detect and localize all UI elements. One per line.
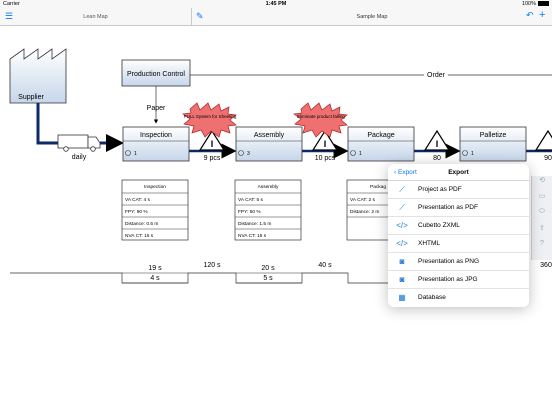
order-label: Order [427,72,446,79]
process-palletize[interactable]: Palletize 1 [459,126,527,162]
side-toolbar: ⟲ ▭ ⬭ ⇪ ? [531,176,552,260]
navigation-bar: ☰ Lean Map ✎ Sample Map ↶ + [0,8,552,26]
code-icon: </> [396,239,408,248]
daily-label: daily [72,154,87,161]
timeline-lead: 19 s [148,265,162,272]
battery-icon [538,1,549,7]
inventory-label: 9 pcs [204,155,221,162]
shape-icon[interactable]: ▭ [532,192,552,208]
data-row: VA CAT: 4 s [125,197,150,203]
kaizen-text: Eliminate product falling [297,114,345,119]
nav-left-pane: ☰ Lean Map [0,8,192,26]
operator-count: 3 [247,151,250,157]
operator-count: 1 [471,151,474,157]
data-box-title: Assembly [258,184,279,190]
data-row: NVA CT: 15 s [125,233,154,239]
data-row: Distance: 0.5 m [125,221,158,227]
production-control-label: Production Control [127,71,185,78]
export-cubetto-zxml[interactable]: </> Cubetto ZXML [388,217,529,235]
process-inspection[interactable]: Inspection 1 [122,126,190,162]
shipment-path [36,103,58,145]
inventory-icon[interactable] [534,129,552,151]
rotate-icon[interactable]: ⟲ [532,176,552,192]
code-icon: </> [396,221,408,230]
share-icon[interactable]: ⇪ [532,224,552,240]
help-icon[interactable]: ? [532,240,552,256]
undo-icon[interactable]: ↶ [526,11,534,20]
data-row: NVA CT: 15 s [238,233,267,239]
data-row: FPY: 90 % [125,209,148,215]
timeline-process: 4 s [150,275,160,282]
svg-text:I: I [324,139,327,149]
timeline-ladder [10,272,392,284]
export-presentation-jpg[interactable]: ◙ Presentation as JPG [388,271,529,289]
export-popover: ‹ Export Export ⟋ Project as PDF ⟋ Prese… [388,164,529,307]
timeline-gap: 120 s [203,262,221,269]
process-name: Assembly [254,132,285,139]
export-project-pdf[interactable]: ⟋ Project as PDF [388,181,529,199]
lean-map-title: Lean Map [83,14,108,20]
add-icon[interactable]: + [539,10,545,21]
svg-text:I: I [211,139,214,149]
inventory-label: 10 pcs [315,155,336,162]
supplier-label: Supplier [18,94,44,101]
data-row: VA CAT: 2 s [350,197,375,203]
database-icon: ▦ [398,293,406,302]
timeline-gap: 40 s [318,262,332,269]
data-row: Distance: 1.5 m [238,221,271,227]
process-assembly[interactable]: Assembly 3 [235,126,303,162]
oval-icon[interactable]: ⬭ [532,208,552,224]
process-name: Inspection [140,132,172,139]
export-database[interactable]: ▦ Database [388,289,529,307]
clock: 1:45 PM [265,1,287,7]
data-row: Distance: 2 m [350,209,379,215]
production-control-box[interactable]: Production Control [121,59,191,87]
truck-icon [57,134,101,152]
export-presentation-pdf[interactable]: ⟋ Presentation as PDF [388,199,529,217]
sample-map-title: Sample Map [356,14,388,20]
process-name: Package [367,132,394,139]
pdf-icon: ⟋ [399,203,405,212]
svg-text:I: I [436,139,439,149]
inventory-label: 90 [544,155,552,162]
inventory-label: 80 [433,155,441,162]
timeline-end: 360 [540,262,552,269]
timeline-lead: 20 s [261,265,275,272]
battery: 100% [522,1,549,7]
supplier-factory[interactable]: Supplier [9,48,67,104]
data-row: VA CAT: 5 s [238,197,263,203]
data-box-title: Inspection [144,184,166,190]
data-box-inspection[interactable]: Inspection VA CAT: 4 s FPY: 90 % Distanc… [121,179,189,241]
inventory-icon[interactable]: I [423,129,451,151]
status-bar: Carrier 1:45 PM 100% [0,0,552,8]
operator-count: 1 [359,151,362,157]
popover-header: ‹ Export Export [388,164,529,181]
kaizen-burst-pull-system[interactable]: PULL System for Sheeting [182,102,237,138]
export-presentation-png[interactable]: ◙ Presentation as PNG [388,253,529,271]
data-box-assembly[interactable]: Assembly VA CAT: 5 s FPY: 50 % Distance:… [234,179,302,241]
data-box-title: Packag [370,184,386,190]
process-package[interactable]: Package 1 [347,126,415,162]
process-name: Palletize [480,132,507,139]
paper-label: Paper [147,105,166,112]
popover-title: Export [448,169,469,176]
operator-count: 1 [134,151,137,157]
data-row: FPY: 50 % [238,209,261,215]
camera-icon: ◙ [399,275,405,284]
kaizen-text: PULL System for Sheeting [184,114,237,119]
export-xhtml[interactable]: </> XHTML [388,235,529,253]
timeline-process: 5 s [263,275,273,282]
camera-icon: ◙ [399,257,405,266]
pdf-icon: ⟋ [399,185,405,194]
